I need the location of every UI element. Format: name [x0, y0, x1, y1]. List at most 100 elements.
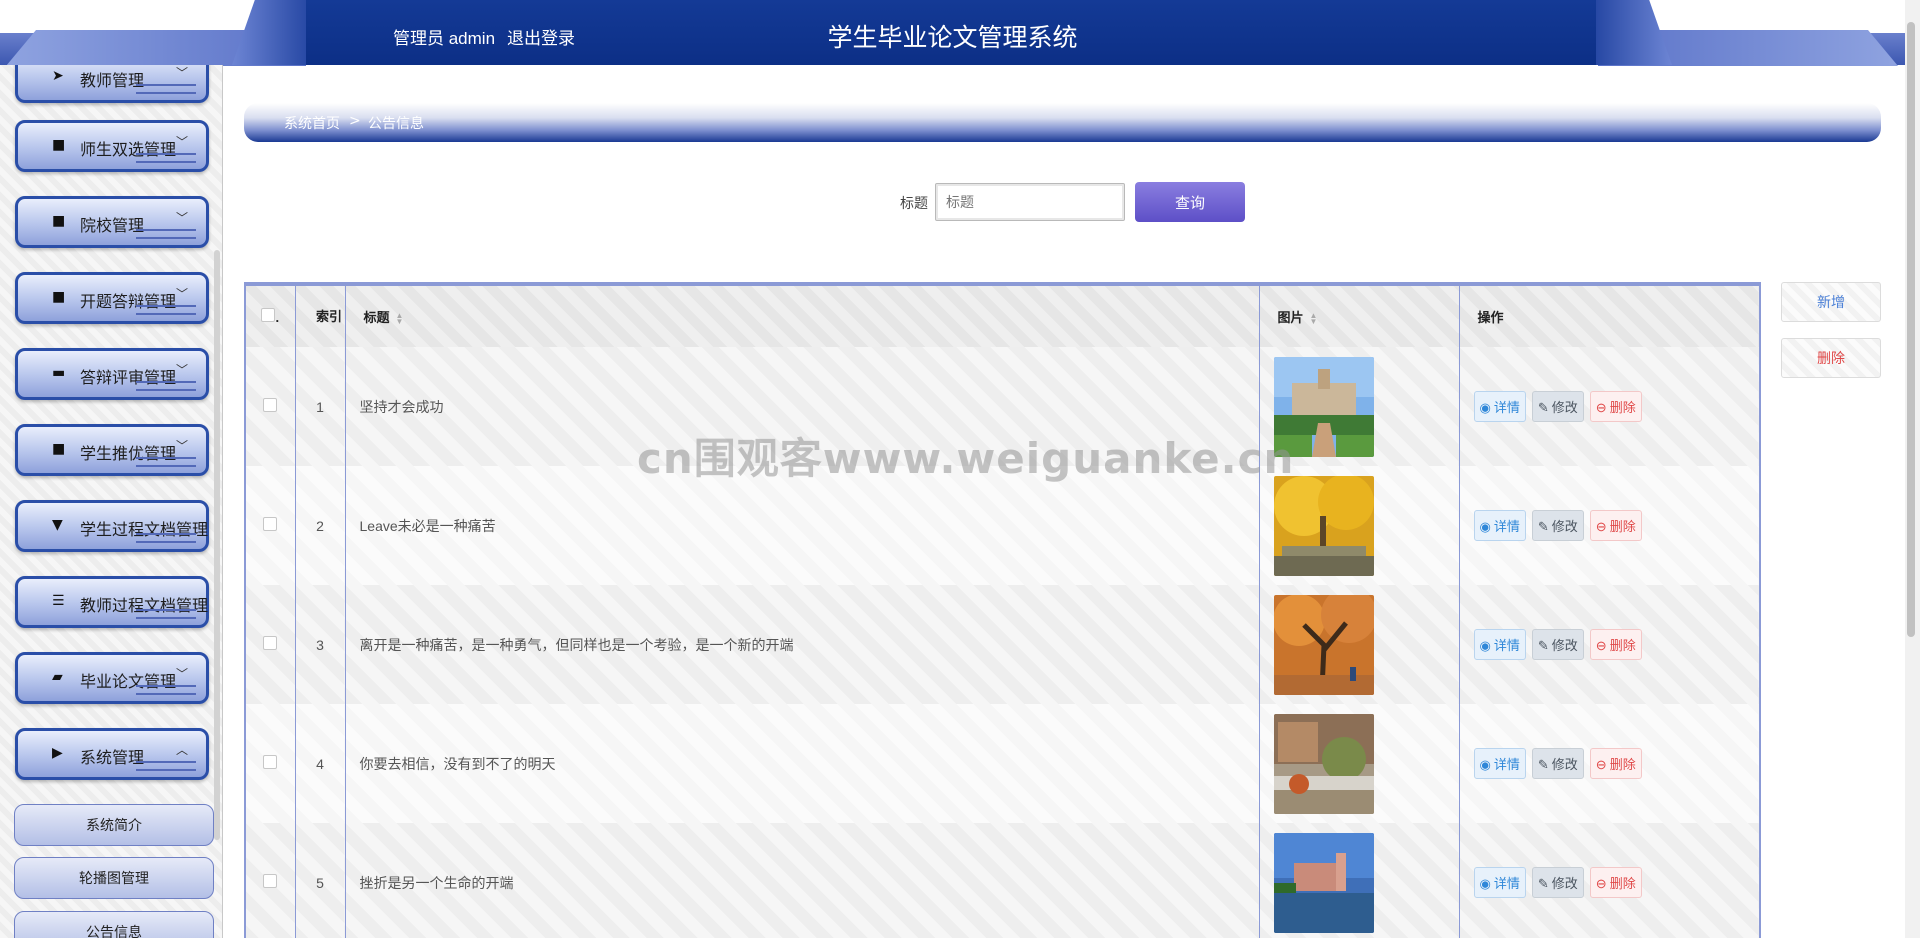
sidebar-item-teacher-docs[interactable]: ☰ 教师过程文档管理	[15, 576, 209, 628]
chevron-down-icon: ﹀	[175, 287, 188, 301]
row-index: 3	[295, 585, 346, 704]
sidebar-item-student-docs[interactable]: ▼ 学生过程文档管理	[15, 500, 209, 552]
edit-button[interactable]: ✎ 修改	[1531, 867, 1584, 898]
breadcrumb-current: 公告信息	[368, 115, 424, 131]
sidebar-subitem-notice[interactable]: 公告信息	[14, 911, 214, 938]
notice-image[interactable]	[1273, 594, 1374, 695]
delete-label: 删除	[1609, 757, 1636, 772]
row-select-cell	[246, 704, 296, 823]
minus-circle-icon: ⊖	[1595, 638, 1607, 653]
image-header[interactable]: 图片 ▲ ▼	[1259, 286, 1460, 347]
sidebar-item-college[interactable]: ■ 院校管理 ﹀	[15, 196, 209, 248]
grid-icon: ■	[52, 213, 66, 229]
detail-button[interactable]: ◉ 详情	[1473, 748, 1526, 779]
detail-button[interactable]: ◉ 详情	[1473, 391, 1526, 422]
batch-delete-button[interactable]: 删除	[1781, 338, 1881, 378]
notice-table: . 索引 标题 ▲ ▼ 图片 ▲ ▼ 操作 1 坚持才会成功 ◉ 详情 ✎ 修改…	[244, 282, 1761, 938]
eye-icon: ◉	[1479, 519, 1491, 534]
edit-icon: ✎	[1537, 400, 1549, 415]
grid-icon: ■	[52, 441, 66, 457]
delete-label: 删除	[1609, 876, 1636, 891]
search-button[interactable]: 查询	[1135, 182, 1245, 222]
row-checkbox[interactable]	[263, 755, 278, 769]
decor-lines	[136, 609, 196, 619]
edit-button[interactable]: ✎ 修改	[1531, 629, 1584, 660]
select-all-checkbox[interactable]	[261, 308, 276, 322]
detail-button[interactable]: ◉ 详情	[1473, 629, 1526, 660]
chevron-down-icon: ﹀	[175, 439, 188, 453]
row-ops: ◉ 详情 ✎ 修改 ⊖ 删除	[1459, 823, 1759, 938]
select-all-header: .	[246, 286, 296, 347]
delete-button[interactable]: ⊖ 删除	[1589, 629, 1642, 660]
detail-button[interactable]: ◉ 详情	[1473, 867, 1526, 898]
edit-button[interactable]: ✎ 修改	[1531, 391, 1584, 422]
search-input[interactable]	[935, 183, 1125, 221]
minus-circle-icon: ⊖	[1595, 400, 1607, 415]
row-image-cell	[1259, 823, 1460, 938]
row-checkbox[interactable]	[263, 636, 278, 650]
brush-icon: ▼	[52, 517, 63, 533]
index-header: 索引	[295, 286, 346, 347]
edit-label: 修改	[1551, 519, 1578, 534]
sort-icon[interactable]: ▲ ▼	[396, 311, 404, 325]
page-title: 学生毕业论文管理系统	[827, 24, 1078, 52]
delete-button[interactable]: ⊖ 删除	[1589, 867, 1642, 898]
eye-icon: ◉	[1479, 400, 1491, 415]
eye-icon: ◉	[1479, 638, 1491, 653]
row-title: 挫折是另一个生命的开端	[345, 823, 1260, 938]
row-index: 2	[295, 466, 346, 585]
row-ops: ◉ 详情 ✎ 修改 ⊖ 删除	[1459, 466, 1759, 585]
row-ops: ◉ 详情 ✎ 修改 ⊖ 删除	[1459, 347, 1759, 466]
breadcrumb-home[interactable]: 系统首页	[284, 113, 340, 133]
add-button[interactable]: 新增	[1781, 282, 1881, 322]
sidebar-item-teacher[interactable]: ➤ 教师管理 ﹀	[15, 65, 209, 103]
chevron-down-icon: ﹀	[175, 667, 188, 681]
row-checkbox[interactable]	[263, 398, 278, 412]
sidebar-subitem-intro[interactable]: 系统简介	[14, 804, 214, 846]
sidebar-divider	[222, 65, 223, 938]
cart-icon: ▰	[52, 669, 63, 685]
sidebar-item-thesis[interactable]: ▰ 毕业论文管理 ﹀	[15, 652, 209, 704]
notice-image[interactable]	[1273, 832, 1374, 933]
sort-icon[interactable]: ▲ ▼	[1310, 311, 1318, 325]
video-icon: ▶	[52, 745, 63, 761]
row-title: 离开是一种痛苦，是一种勇气，但同样也是一个考验，是一个新的开端	[345, 585, 1260, 704]
delete-button[interactable]: ⊖ 删除	[1589, 748, 1642, 779]
sidebar-subitem-carousel[interactable]: 轮播图管理	[14, 857, 214, 899]
edit-label: 修改	[1551, 757, 1578, 772]
notice-image[interactable]	[1273, 475, 1374, 576]
decor-lines	[136, 761, 196, 771]
row-checkbox[interactable]	[263, 874, 278, 888]
page-scrollbar[interactable]	[1907, 22, 1915, 637]
sidebar-item-student-recommend[interactable]: ■ 学生推优管理 ﹀	[15, 424, 209, 476]
edit-button[interactable]: ✎ 修改	[1531, 510, 1584, 541]
watermark: cn围观客www.weiguanke.cn	[637, 434, 1295, 483]
eye-icon: ◉	[1479, 757, 1491, 772]
notice-image[interactable]	[1273, 713, 1374, 814]
sidebar-item-mutual-selection[interactable]: ■ 师生双选管理 ﹀	[15, 120, 209, 172]
decor-lines	[136, 84, 196, 94]
sidebar-item-defense-review[interactable]: ▬ 答辩评审管理 ﹀	[15, 348, 209, 400]
sidebar-item-proposal-defense[interactable]: ■ 开题答辩管理 ﹀	[15, 272, 209, 324]
list-icon: ☰	[52, 593, 65, 609]
decor-lines	[136, 533, 196, 543]
delete-button[interactable]: ⊖ 删除	[1589, 510, 1642, 541]
edit-button[interactable]: ✎ 修改	[1531, 748, 1584, 779]
row-ops: ◉ 详情 ✎ 修改 ⊖ 删除	[1459, 585, 1759, 704]
delete-label: 删除	[1609, 519, 1636, 534]
title-header[interactable]: 标题 ▲ ▼	[345, 286, 1260, 347]
grid-icon: ■	[52, 137, 66, 153]
eye-icon: ◉	[1479, 876, 1491, 891]
decor-lines	[136, 457, 196, 467]
detail-label: 详情	[1493, 519, 1520, 534]
row-checkbox[interactable]	[263, 517, 278, 531]
detail-button[interactable]: ◉ 详情	[1473, 510, 1526, 541]
edit-icon: ✎	[1537, 876, 1549, 891]
sidebar-scrollbar[interactable]	[214, 250, 220, 840]
delete-label: 删除	[1609, 400, 1636, 415]
row-index: 5	[295, 823, 346, 938]
sidebar-item-system[interactable]: ▶ 系统管理 ︿	[15, 728, 209, 780]
delete-button[interactable]: ⊖ 删除	[1589, 391, 1642, 422]
edit-icon: ✎	[1537, 638, 1549, 653]
comment-icon: ▬	[52, 365, 66, 381]
